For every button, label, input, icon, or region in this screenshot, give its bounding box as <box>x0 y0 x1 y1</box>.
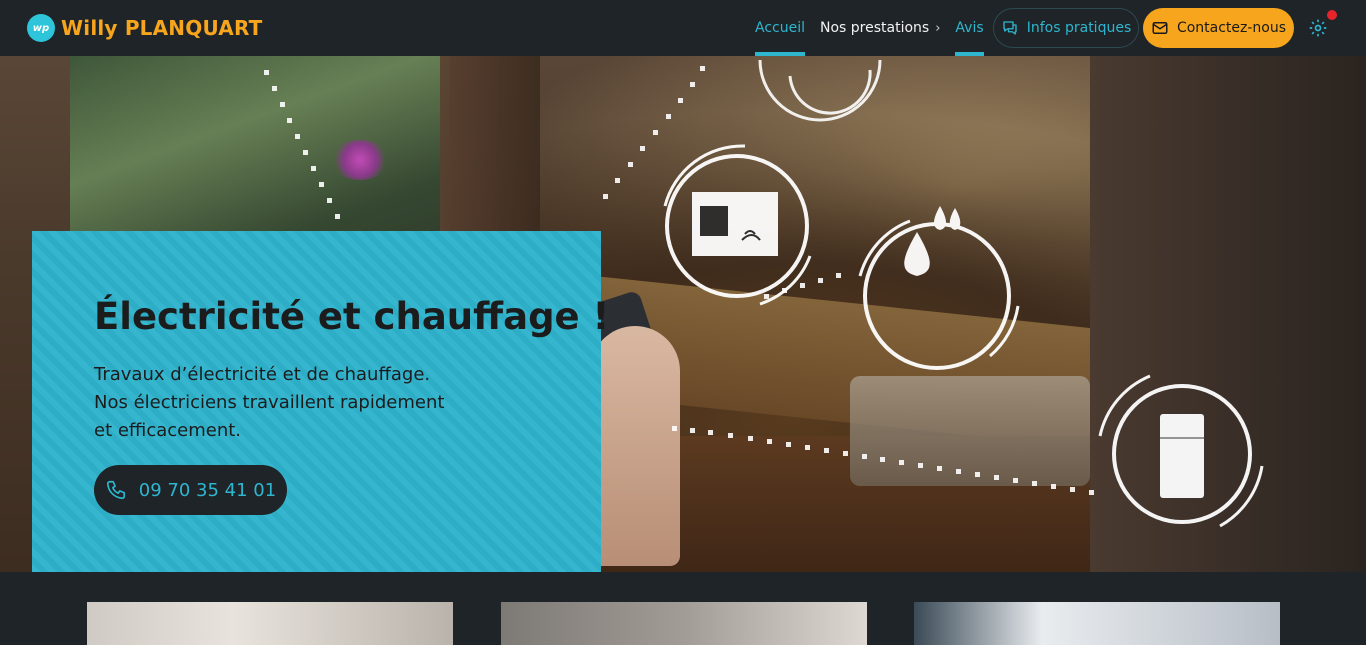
hero-card: Électricité et chauffage ! Travaux d’éle… <box>32 231 609 572</box>
hero-section: Électricité et chauffage ! Travaux d’éle… <box>0 56 1366 572</box>
infos-pratiques-label: Infos pratiques <box>1026 20 1132 36</box>
brand-logo[interactable]: wp Willy PLANQUART <box>27 14 263 42</box>
hero-title-bold: Électricité <box>94 295 305 338</box>
dotted-line-1 <box>264 70 340 219</box>
nav-item-accueil[interactable]: Accueil <box>755 0 805 56</box>
hero-title: Électricité et chauffage ! <box>94 295 609 338</box>
hero-title-rest: et chauffage ! <box>305 295 610 338</box>
call-button[interactable]: 09 70 35 41 01 <box>94 465 287 515</box>
service-card-image[interactable] <box>87 602 453 645</box>
water-drop-icon <box>858 206 1020 370</box>
ring-top-icon <box>758 59 882 122</box>
hero-line: Travaux d’électricité et de chauffage. <box>94 364 431 385</box>
chevron-right-icon: › <box>935 20 941 36</box>
fridge-icon <box>1098 374 1264 528</box>
phone-number: 09 70 35 41 01 <box>138 479 277 501</box>
services-strip <box>0 572 1366 645</box>
service-card-image[interactable] <box>914 602 1280 645</box>
nav-item-label: Nos prestations <box>820 20 930 36</box>
main-nav: Accueil Nos prestations › Avis <box>755 0 984 56</box>
hero-description: Travaux d’électricité et de chauffage. N… <box>94 361 474 445</box>
mail-icon <box>1152 22 1168 34</box>
phone-icon <box>106 480 125 500</box>
gear-icon[interactable] <box>1308 18 1328 38</box>
contact-label: Contactez-nous <box>1176 20 1287 36</box>
dotted-line-4 <box>672 426 1094 495</box>
coffee-machine-icon <box>663 144 812 306</box>
logo-badge-icon: wp <box>27 14 55 42</box>
site-header: wp Willy PLANQUART Accueil Nos prestatio… <box>0 0 1366 56</box>
hero-line: et efficacement. <box>94 420 242 441</box>
contact-button[interactable]: Contactez-nous <box>1143 8 1294 48</box>
nav-item-label: Avis <box>955 20 984 36</box>
notification-dot <box>1327 10 1337 20</box>
service-card-image[interactable] <box>501 602 867 645</box>
dotted-line-2 <box>603 66 705 199</box>
nav-item-prestations[interactable]: Nos prestations › <box>820 0 940 56</box>
brand-name: Willy PLANQUART <box>61 16 263 40</box>
nav-item-label: Accueil <box>755 20 805 36</box>
hero-line: Nos électriciens travaillent rapidement <box>94 392 445 413</box>
chat-icon <box>1003 21 1017 35</box>
infos-pratiques-button[interactable]: Infos pratiques <box>993 8 1139 48</box>
nav-item-avis[interactable]: Avis <box>955 0 984 56</box>
